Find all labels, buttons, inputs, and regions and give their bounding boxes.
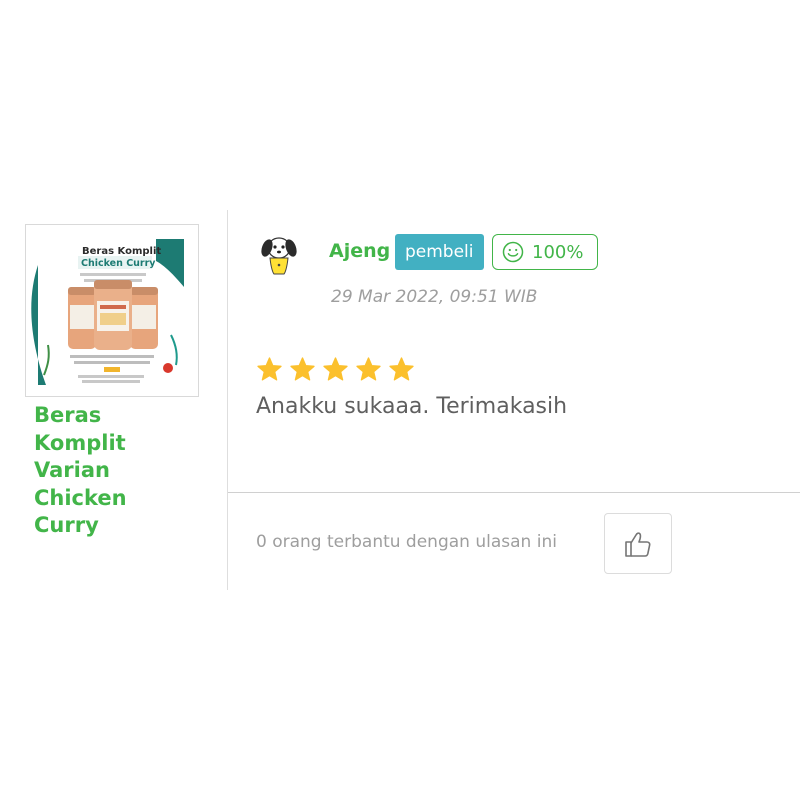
reputation-badge: 100% xyxy=(492,234,598,270)
helpful-like-button[interactable] xyxy=(604,513,672,574)
column-divider xyxy=(227,210,228,590)
star-icon xyxy=(323,357,348,381)
cartoon-dog-avatar-icon xyxy=(257,232,301,276)
product-name-link[interactable]: Beras Komplit Varian Chicken Curry xyxy=(34,402,184,540)
star-icon xyxy=(356,357,381,381)
review-divider xyxy=(228,492,800,493)
star-icon xyxy=(257,357,282,381)
star-icon xyxy=(290,357,315,381)
product-jars xyxy=(68,280,158,350)
thumbnail-title-line2: Chicken Curry xyxy=(81,258,156,269)
buyer-badge: pembeli xyxy=(395,234,484,270)
thumbnail-title-line1: Beras Komplit xyxy=(82,246,161,257)
star-icon xyxy=(389,357,414,381)
review-date: 29 Mar 2022, 09:51 WIB xyxy=(331,287,538,307)
star-rating xyxy=(256,356,415,383)
helpful-count-text: 0 orang terbantu dengan ulasan ini xyxy=(256,532,557,552)
reputation-percent: 100% xyxy=(532,241,584,263)
product-thumbnail[interactable]: Beras Komplit Chicken Curry xyxy=(25,224,199,397)
review-text: Anakku sukaaa. Terimakasih xyxy=(256,394,568,419)
reviewer-name[interactable]: Ajeng xyxy=(329,240,390,262)
product-image: Beras Komplit Chicken Curry xyxy=(26,225,198,396)
thumbs-up-icon xyxy=(625,531,651,557)
smile-icon xyxy=(502,241,524,263)
